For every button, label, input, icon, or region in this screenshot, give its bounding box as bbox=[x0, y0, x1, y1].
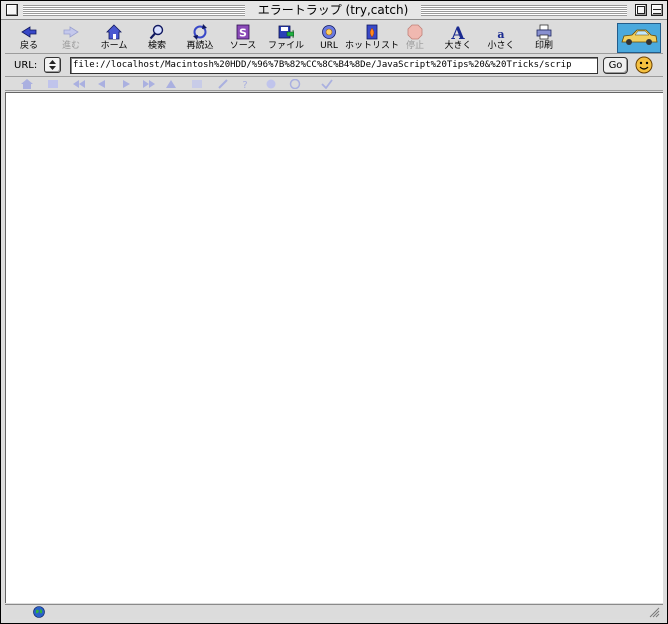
home-icon bbox=[106, 24, 122, 40]
sub-globe-icon bbox=[266, 79, 276, 89]
collapse-box[interactable] bbox=[651, 4, 663, 16]
sub-edit-icon bbox=[218, 79, 228, 89]
title-bar[interactable]: エラートラップ (try,catch) bbox=[1, 1, 667, 20]
svg-text:a: a bbox=[497, 28, 504, 40]
smiley-icon bbox=[635, 56, 653, 74]
source-icon: S bbox=[236, 24, 250, 40]
page-content[interactable] bbox=[5, 92, 663, 603]
close-box[interactable] bbox=[6, 4, 18, 16]
title-stripes-left bbox=[23, 5, 245, 16]
url-field-label: URL: bbox=[14, 60, 38, 71]
sub-home-icon bbox=[21, 79, 33, 89]
url-icon bbox=[322, 25, 336, 39]
sub-check-icon bbox=[321, 79, 333, 89]
reload-icon bbox=[193, 24, 207, 40]
smaller-text-icon: a bbox=[497, 28, 504, 40]
sub-next-icon bbox=[123, 80, 130, 88]
window-title: エラートラップ (try,catch) bbox=[245, 3, 421, 18]
car-icon bbox=[621, 29, 658, 45]
search-icon bbox=[149, 24, 164, 40]
sub-last-icon bbox=[143, 80, 155, 88]
browser-window: エラートラップ (try,catch) 戻る 進む ホーム 検索 再読込 S ソ… bbox=[0, 0, 668, 624]
status-bar bbox=[5, 604, 663, 619]
hotlist-icon bbox=[366, 24, 378, 40]
resize-grip-icon[interactable] bbox=[649, 607, 660, 618]
url-input[interactable]: file://localhost/Macintosh%20HDD/%96%7B%… bbox=[70, 57, 598, 74]
forward-icon bbox=[63, 26, 79, 38]
svg-text:S: S bbox=[239, 27, 247, 40]
brand-logo bbox=[617, 23, 661, 53]
svg-text:?: ? bbox=[242, 80, 247, 89]
sub-first-icon bbox=[73, 80, 85, 88]
sub-up-icon bbox=[166, 80, 176, 88]
sub-book-icon bbox=[192, 80, 202, 88]
url-history-popup[interactable] bbox=[44, 57, 61, 73]
go-button[interactable]: Go bbox=[603, 57, 628, 74]
file-icon bbox=[278, 25, 294, 39]
print-icon bbox=[536, 24, 552, 40]
back-icon bbox=[21, 26, 37, 38]
up-down-arrows-icon bbox=[49, 60, 56, 70]
globe-icon bbox=[33, 606, 45, 618]
sub-prev-icon bbox=[98, 80, 105, 88]
url-bar: URL: file://localhost/Macintosh%20HDD/%9… bbox=[5, 55, 663, 77]
main-toolbar: 戻る 進む ホーム 検索 再読込 S ソース ファイル URL ホットリスト 停… bbox=[5, 22, 663, 54]
zoom-box[interactable] bbox=[635, 4, 647, 16]
title-stripes-right bbox=[421, 5, 627, 16]
print-button[interactable]: 印刷 bbox=[522, 22, 566, 54]
larger-text-icon: A bbox=[450, 24, 465, 40]
print-label: 印刷 bbox=[534, 41, 553, 51]
sub-mail-icon bbox=[289, 79, 301, 89]
svg-text:A: A bbox=[450, 24, 465, 40]
stop-icon bbox=[407, 24, 423, 40]
navigation-subtoolbar: ? bbox=[5, 78, 663, 91]
sub-grid-icon bbox=[48, 80, 58, 88]
sub-help-icon: ? bbox=[242, 80, 247, 89]
